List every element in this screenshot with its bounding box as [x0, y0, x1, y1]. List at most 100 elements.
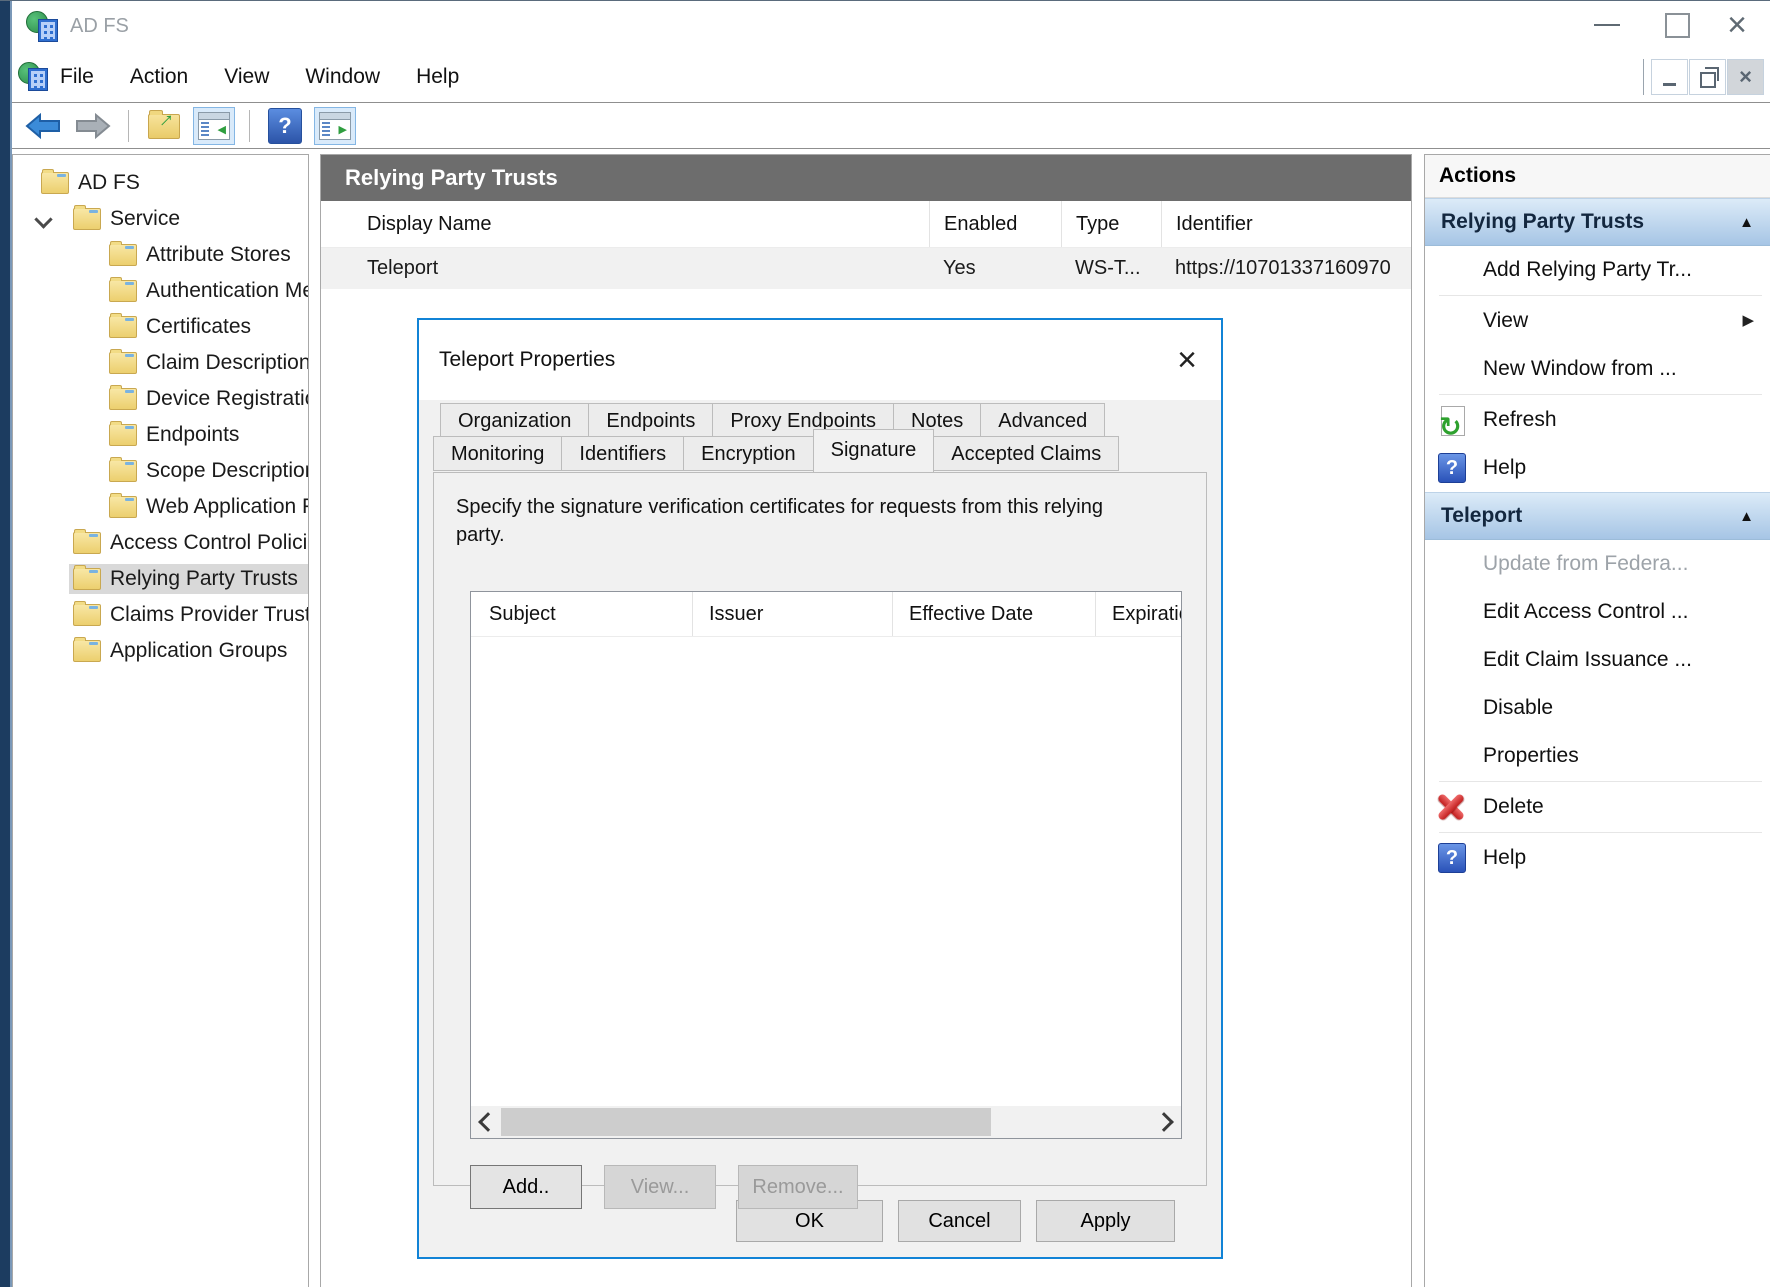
scroll-left-button[interactable] [471, 1106, 501, 1138]
child-restore-button[interactable] [1689, 59, 1726, 95]
table-row-teleport[interactable]: Teleport Yes WS-T... https://10701337160… [321, 248, 1411, 289]
menu-help[interactable]: Help [416, 65, 459, 89]
column-header-identifier[interactable]: Identifier [1161, 201, 1411, 247]
tree-item-authentication-methods[interactable]: Authentication Meth [13, 273, 308, 309]
menu-window[interactable]: Window [305, 65, 380, 89]
action-disable[interactable]: Disable [1425, 684, 1770, 732]
scrollbar-thumb[interactable] [501, 1108, 991, 1136]
collapse-arrow-icon[interactable]: ▲ [1739, 214, 1754, 231]
column-header-enabled[interactable]: Enabled [929, 201, 1061, 247]
submenu-arrow-icon: ▶ [1742, 297, 1754, 345]
folder-icon [109, 316, 137, 338]
column-header-type[interactable]: Type [1061, 201, 1161, 247]
action-refresh[interactable]: ↻ Refresh [1425, 396, 1770, 444]
tree-item-service[interactable]: Service [13, 201, 308, 237]
add-button[interactable]: Add.. [470, 1165, 582, 1209]
tab-advanced[interactable]: Advanced [980, 403, 1105, 437]
results-pane-header: Relying Party Trusts [321, 155, 1411, 201]
maximize-button[interactable] [1654, 1, 1700, 49]
column-header-effective-date[interactable]: Effective Date [892, 592, 1095, 636]
tree-item-device-registration[interactable]: Device Registration [13, 381, 308, 417]
export-list-button[interactable]: → [143, 107, 185, 145]
show-action-pane-button[interactable]: ▶ [314, 107, 356, 145]
action-edit-claim-issuance[interactable]: Edit Claim Issuance ... [1425, 636, 1770, 684]
scroll-right-button[interactable] [1151, 1106, 1181, 1138]
actions-section-relying-party-trusts[interactable]: Relying Party Trusts ▲ [1425, 198, 1770, 246]
help-button[interactable]: ? [264, 107, 306, 145]
tab-monitoring[interactable]: Monitoring [433, 436, 562, 471]
tab-encryption[interactable]: Encryption [683, 436, 814, 471]
child-close-button[interactable]: × [1727, 59, 1764, 95]
titlebar: AD FS × [12, 1, 1770, 51]
tab-accepted-claims[interactable]: Accepted Claims [933, 436, 1119, 471]
folder-icon [109, 460, 137, 482]
console-tree-pane: AD FS Service Attribute Stores Authentic… [12, 154, 309, 1287]
apply-button[interactable]: Apply [1036, 1200, 1175, 1242]
tree-item-scope-descriptions[interactable]: Scope Descriptions [13, 453, 308, 489]
folder-icon [73, 568, 101, 590]
folder-icon [109, 280, 137, 302]
remove-button[interactable]: Remove... [738, 1165, 858, 1209]
menu-file[interactable]: File [60, 65, 94, 89]
child-minimize-button[interactable] [1651, 59, 1688, 95]
tree-item-claim-descriptions[interactable]: Claim Descriptions [13, 345, 308, 381]
column-header-display-name[interactable]: Display Name [321, 201, 929, 247]
export-list-icon: → [148, 114, 180, 139]
folder-icon [73, 532, 101, 554]
folder-icon [109, 388, 137, 410]
action-view[interactable]: View ▶ [1425, 297, 1770, 345]
tree-item-web-application-proxy[interactable]: Web Application Pro [13, 489, 308, 525]
action-help[interactable]: ? Help [1425, 444, 1770, 492]
action-help-teleport[interactable]: ? Help [1425, 834, 1770, 882]
tree-item-certificates[interactable]: Certificates [13, 309, 308, 345]
action-new-window[interactable]: New Window from ... [1425, 345, 1770, 393]
back-button[interactable] [22, 107, 64, 145]
tab-endpoints[interactable]: Endpoints [588, 403, 713, 437]
column-header-issuer[interactable]: Issuer [692, 592, 892, 636]
forward-button[interactable] [72, 107, 114, 145]
actions-pane: Actions Relying Party Trusts ▲ Add Relyi… [1424, 154, 1770, 1287]
window-title: AD FS [70, 1, 129, 51]
tree-item-relying-party-trusts[interactable]: Relying Party Trusts [13, 561, 308, 597]
action-properties[interactable]: Properties [1425, 732, 1770, 780]
scrollbar-track[interactable] [501, 1106, 1151, 1138]
show-console-tree-button[interactable]: ◀ [193, 107, 235, 145]
cancel-button[interactable]: Cancel [898, 1200, 1021, 1242]
collapse-arrow-icon[interactable]: ▲ [1739, 508, 1754, 525]
column-header-subject[interactable]: Subject [471, 592, 692, 636]
tree-item-attribute-stores[interactable]: Attribute Stores [13, 237, 308, 273]
adfs-app-icon [26, 10, 58, 42]
tab-organization[interactable]: Organization [440, 403, 589, 437]
cell-enabled: Yes [929, 248, 1061, 289]
separator [1439, 832, 1762, 833]
window-left-border [0, 1, 12, 1287]
maximize-icon [1665, 13, 1690, 38]
menu-action[interactable]: Action [130, 65, 188, 89]
chevron-down-icon[interactable] [33, 208, 55, 230]
action-edit-access-control[interactable]: Edit Access Control ... [1425, 588, 1770, 636]
action-add-relying-party-trust[interactable]: Add Relying Party Tr... [1425, 246, 1770, 294]
tab-identifiers[interactable]: Identifiers [561, 436, 684, 471]
folder-icon [73, 208, 101, 230]
tree-item-application-groups[interactable]: Application Groups [13, 633, 308, 669]
action-delete[interactable]: Delete [1425, 783, 1770, 831]
dialog-tabs: Organization Endpoints Proxy Endpoints N… [433, 403, 1207, 472]
tree-item-endpoints[interactable]: Endpoints [13, 417, 308, 453]
back-arrow-icon [25, 112, 61, 140]
tree-item-access-control-policies[interactable]: Access Control Policies [13, 525, 308, 561]
dialog-close-button[interactable]: × [1167, 340, 1207, 380]
close-button[interactable]: × [1714, 1, 1760, 49]
actions-section-teleport[interactable]: Teleport ▲ [1425, 492, 1770, 540]
menu-view[interactable]: View [224, 65, 269, 89]
action-update-from-federation[interactable]: Update from Federa... [1425, 540, 1770, 588]
folder-icon [109, 424, 137, 446]
scroll-right-icon [1154, 1112, 1174, 1132]
view-button[interactable]: View... [604, 1165, 716, 1209]
tree-item-adfs-root[interactable]: AD FS [13, 165, 308, 201]
minimize-button[interactable] [1584, 1, 1630, 49]
tree-item-claims-provider-trusts[interactable]: Claims Provider Trusts [13, 597, 308, 633]
cell-identifier: https://10701337160970 [1161, 248, 1411, 289]
child-close-icon: × [1739, 66, 1752, 88]
column-header-expiration[interactable]: Expiratio [1095, 592, 1181, 636]
tab-signature[interactable]: Signature [813, 429, 935, 472]
